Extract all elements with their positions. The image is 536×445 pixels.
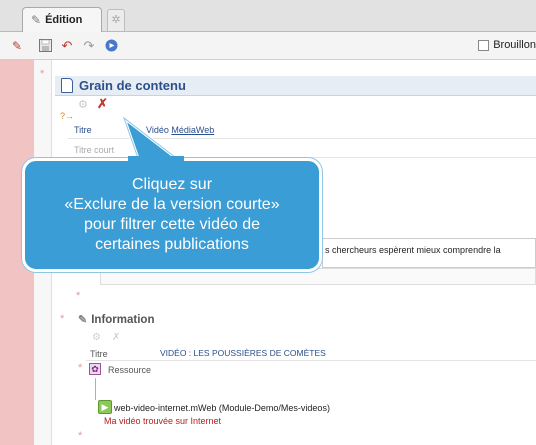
info-title-value[interactable]: VIDÉO : LES POUSSIÈRES DE COMÈTES xyxy=(160,348,326,358)
undo-icon[interactable]: ↶ xyxy=(60,39,74,53)
draft-checkbox[interactable]: Brouillon xyxy=(478,39,536,51)
grain-header: Grain de contenu xyxy=(55,76,536,96)
exclude-short-version-icon[interactable]: ✗ xyxy=(97,96,108,112)
insertion-dot[interactable]: * xyxy=(60,313,64,325)
row-divider xyxy=(86,360,536,361)
file-path: (Module-Demo/Mes-videos) xyxy=(218,403,330,413)
file-entry[interactable]: web-video-internet.mWeb (Module-Demo/Mes… xyxy=(114,403,330,413)
short-title-label: Titre court xyxy=(74,145,115,155)
document-icon xyxy=(61,78,73,93)
info-circle-icon[interactable] xyxy=(104,39,118,53)
draft-checkbox-box[interactable] xyxy=(478,39,490,51)
tab-edition[interactable]: ✎ Édition xyxy=(22,7,102,32)
tab-document-icon: ✎ xyxy=(31,13,42,27)
file-name: web-video-internet.mWeb xyxy=(114,403,217,413)
pen-icon: ✎ xyxy=(78,314,88,326)
info-title-label: Titre xyxy=(90,349,108,359)
insertion-dot[interactable]: * xyxy=(78,362,82,374)
add-tab-icon[interactable]: ✲ xyxy=(107,9,125,31)
save-icon[interactable] xyxy=(38,39,52,53)
file-note: Ma vidéo trouvée sur Internet xyxy=(104,416,222,426)
grain-title: Grain de contenu xyxy=(79,78,186,93)
tab-bar: ✎ Édition ✲ xyxy=(0,0,536,32)
insertion-dot[interactable]: * xyxy=(40,68,44,80)
redo-icon[interactable]: ↷ xyxy=(82,39,96,53)
help-arrow-icon[interactable]: ?→ xyxy=(60,111,74,121)
tab-edition-label: Édition xyxy=(45,14,83,26)
tree-line xyxy=(95,378,96,400)
resource-icon[interactable]: ✿ xyxy=(89,363,101,375)
insertion-dot[interactable]: * xyxy=(78,430,82,442)
title-label: Titre xyxy=(74,125,92,135)
callout-line-1: Cliquez sur xyxy=(131,176,213,193)
callout-pointer-join xyxy=(128,156,184,162)
exclude-icon[interactable]: ✗ xyxy=(112,332,120,343)
body-text-field[interactable]: s chercheurs espèrent mieux comprendre l… xyxy=(322,238,536,268)
resource-label: Ressource xyxy=(108,365,152,375)
toolbar: ✎ ↶ ↷ Brouillon xyxy=(0,32,536,60)
callout-line-3: pour filtrer cette vidéo de xyxy=(83,216,261,233)
help-callout: Cliquez sur «Exclure de la version court… xyxy=(22,158,322,272)
insertion-dot[interactable]: * xyxy=(76,290,80,302)
draft-label: Brouillon xyxy=(493,39,536,51)
callout-line-4: certaines publications xyxy=(95,236,249,253)
video-file-icon: ▶ xyxy=(98,400,112,414)
options-icon[interactable]: ⚙ xyxy=(78,98,88,111)
options-icon[interactable]: ⚙ xyxy=(92,332,101,343)
information-header: ✎ Information xyxy=(78,313,155,327)
pencil-icon[interactable]: ✎ xyxy=(10,39,24,53)
callout-line-2: «Exclure de la version courte» xyxy=(64,196,280,213)
body-text: s chercheurs espèrent mieux comprendre l… xyxy=(325,245,501,255)
information-heading: Information xyxy=(91,313,155,326)
